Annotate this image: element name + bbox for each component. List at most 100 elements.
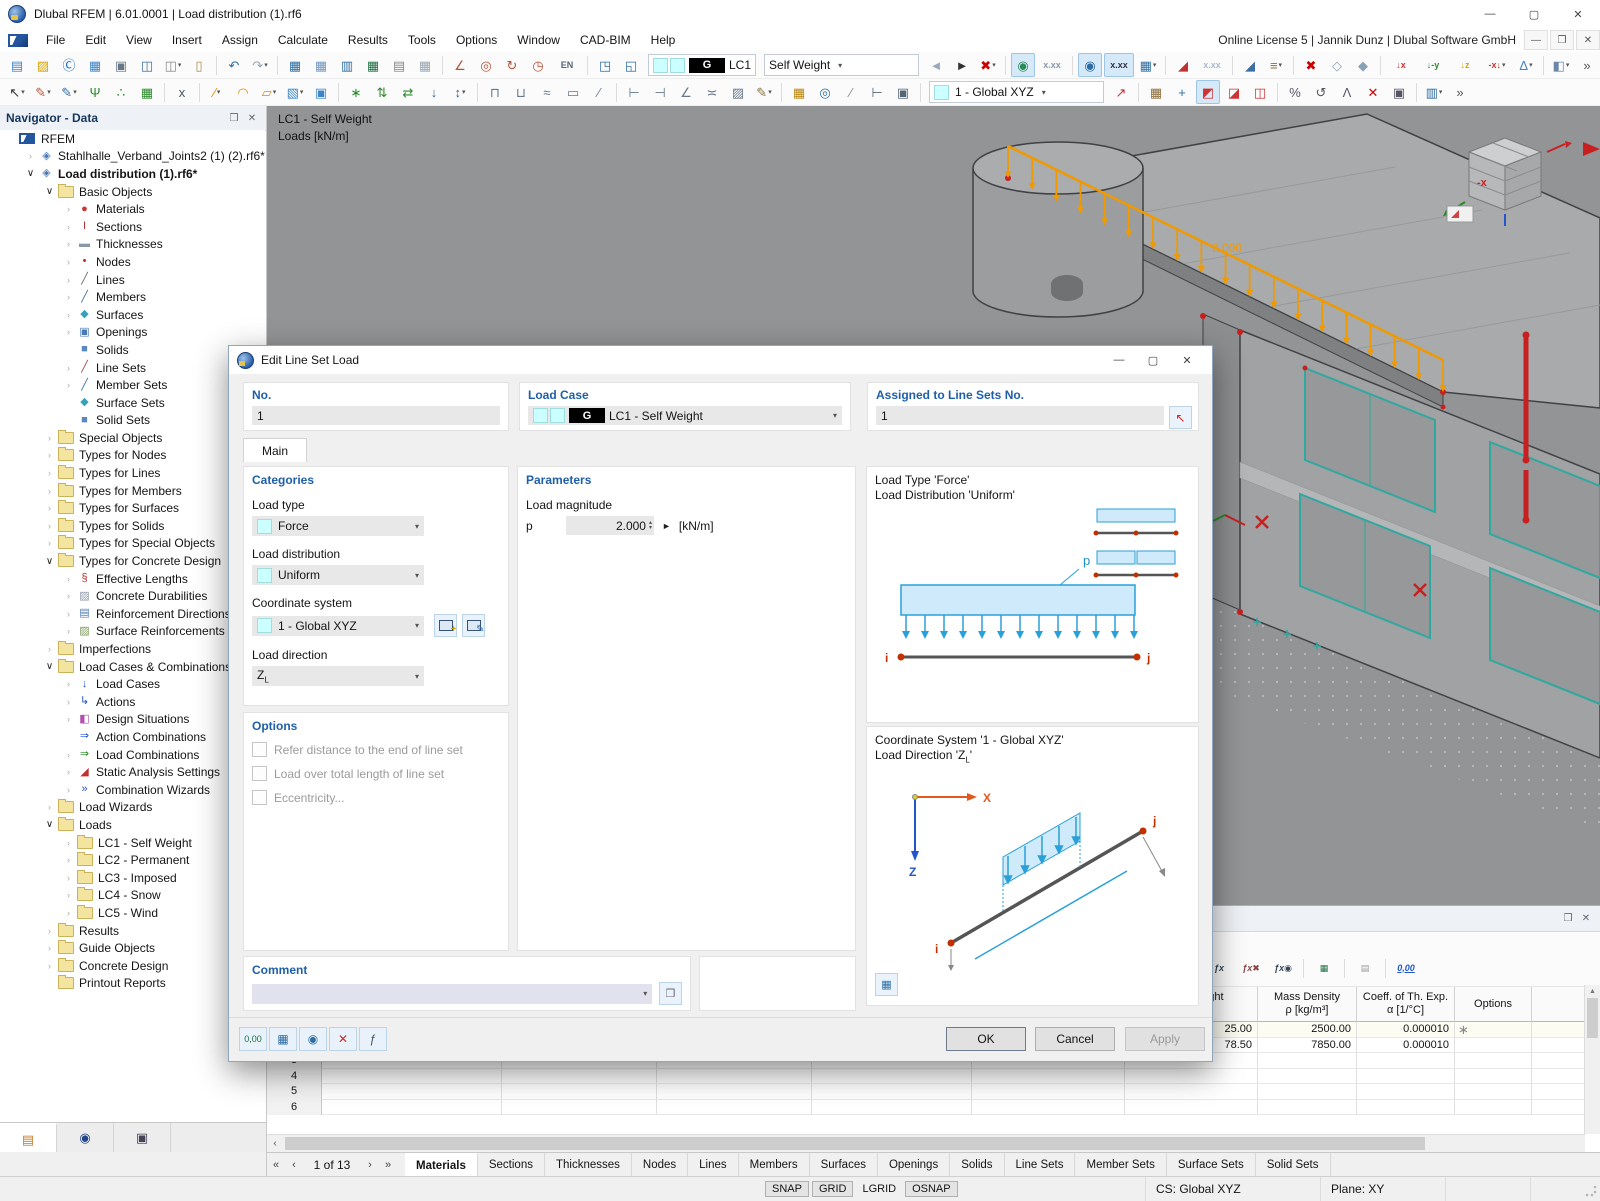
tree-item-members[interactable]: › ╱ Members	[0, 288, 265, 306]
cell[interactable]	[657, 1084, 812, 1100]
generate-nodes-icon[interactable]: ∴	[109, 80, 133, 104]
cell[interactable]	[1455, 1037, 1532, 1053]
view-cube-icon[interactable]: ◇	[1325, 53, 1349, 77]
measure-tool-icon[interactable]: ⊢	[865, 80, 889, 104]
expand-arrow-icon[interactable]: ›	[61, 767, 76, 777]
tree-item-types-for-members[interactable]: › Types for Members	[0, 482, 265, 500]
tree-item-lc1-self-weight[interactable]: › LC1 - Self Weight	[0, 834, 265, 852]
coordinate-system-combo[interactable]: 1 - Global XYZ ▾	[252, 615, 424, 636]
line-grid-icon[interactable]: ▦	[787, 80, 811, 104]
expand-arrow-icon[interactable]: ›	[61, 838, 76, 848]
tree-item-load-cases[interactable]: › ↓ Load Cases	[0, 675, 265, 693]
new-model-icon[interactable]: ▤	[5, 53, 29, 77]
status-toggle-grid[interactable]: GRID	[811, 1180, 854, 1197]
table-456-icon[interactable]: ▤	[387, 53, 411, 77]
view-x-icon[interactable]: ↓x	[1386, 53, 1416, 77]
expand-arrow-icon[interactable]: ∨	[42, 186, 57, 197]
hscroll-thumb[interactable]	[285, 1137, 1425, 1150]
column-header-coeff-of-th-exp[interactable]: Coeff. of Th. Exp. α [1/°C]	[1357, 987, 1455, 1022]
expand-arrow-icon[interactable]: ›	[61, 697, 76, 707]
tree-item-types-for-special-objects[interactable]: › Types for Special Objects	[0, 535, 265, 553]
expand-arrow-icon[interactable]: ►	[662, 521, 671, 531]
table-tab-members[interactable]: Members	[738, 1153, 810, 1176]
result-table-icon[interactable]: ▦ ▾	[1136, 53, 1160, 77]
tree-item-lc5-wind[interactable]: › LC5 - Wind	[0, 904, 265, 922]
cell[interactable]	[972, 1084, 1125, 1100]
table-tab-solid-sets[interactable]: Solid Sets	[1255, 1153, 1331, 1176]
view-minus-y-icon[interactable]: ↓-y	[1418, 53, 1448, 77]
apply-defaults-button[interactable]: ▦	[269, 1027, 297, 1051]
display-navigator-tab[interactable]: ◉	[57, 1123, 114, 1152]
table-tab-sections[interactable]: Sections	[477, 1153, 545, 1176]
expand-arrow-icon[interactable]: ›	[61, 591, 76, 601]
formula-show-icon[interactable]: ƒx◉	[1268, 956, 1298, 980]
menu-window[interactable]: Window	[507, 28, 570, 52]
tree-item-results[interactable]: › Results	[0, 922, 265, 940]
expand-arrow-icon[interactable]: ›	[23, 151, 38, 161]
search-cancel-icon[interactable]: ✖	[1299, 53, 1323, 77]
tree-item-openings[interactable]: › ▣ Openings	[0, 324, 265, 342]
expand-arrow-icon[interactable]: ›	[61, 609, 76, 619]
tree-item-types-for-lines[interactable]: › Types for Lines	[0, 464, 265, 482]
tree-item-special-objects[interactable]: › Special Objects	[0, 429, 265, 447]
cell[interactable]	[1258, 1068, 1357, 1084]
tree-item-loads[interactable]: ∨ Loads	[0, 816, 265, 834]
new-arc-icon[interactable]: ◠	[231, 80, 255, 104]
formula-button[interactable]: ƒ	[359, 1027, 387, 1051]
display-load-button[interactable]: ◉	[299, 1027, 327, 1051]
menu-view[interactable]: View	[116, 28, 162, 52]
cell[interactable]	[657, 1099, 812, 1115]
tree-item-guide-objects[interactable]: › Guide Objects	[0, 939, 265, 957]
ok-button[interactable]: OK	[946, 1027, 1026, 1051]
relative-coords-icon[interactable]: %	[1283, 80, 1307, 104]
cell[interactable]	[1125, 1068, 1258, 1084]
dialog-close-button[interactable]: ✕	[1170, 349, 1204, 371]
new-opening-icon[interactable]: ▣	[309, 80, 333, 104]
cell[interactable]	[972, 1099, 1125, 1115]
view-minus-x-icon[interactable]: -x↓ ▾	[1482, 53, 1512, 77]
cell[interactable]	[812, 1099, 972, 1115]
edit-coordinate-system-button[interactable]: ✎	[462, 614, 485, 637]
tree-item-surfaces[interactable]: › ◆ Surfaces	[0, 306, 265, 324]
tree-item-stahlhalle-verband-joints2-1-2-rf6[interactable]: › ◈ Stahlhalle_Verband_Joints2 (1) (2).rf6…	[0, 148, 265, 166]
delete-load-button[interactable]: ✕	[329, 1027, 357, 1051]
status-toggle-lgrid[interactable]: LGRID	[856, 1182, 902, 1196]
expand-arrow-icon[interactable]: ›	[42, 433, 57, 443]
column-header-mass-density[interactable]: Mass Density ρ [kg/m³]	[1258, 987, 1357, 1022]
tree-item-combination-wizards[interactable]: › » Combination Wizards	[0, 781, 265, 799]
table-hscrollbar[interactable]: ‹	[267, 1134, 1585, 1152]
table-tab-surface-sets[interactable]: Surface Sets	[1166, 1153, 1256, 1176]
cell[interactable]	[1357, 1053, 1455, 1069]
expand-arrow-icon[interactable]: ›	[61, 890, 76, 900]
menu-file[interactable]: File	[36, 28, 75, 52]
expand-arrow-icon[interactable]: ›	[61, 310, 76, 320]
dlubal-center-icon[interactable]: Ⓒ	[57, 53, 81, 77]
cell[interactable]	[1125, 1099, 1258, 1115]
new-surface-icon[interactable]: ▱ ▾	[257, 80, 281, 104]
cell[interactable]	[812, 1068, 972, 1084]
tree-item-action-combinations[interactable]: ⇒ Action Combinations	[0, 728, 265, 746]
member-release-icon[interactable]: ≈	[535, 80, 559, 104]
import-table-icon[interactable]: ▤	[1350, 956, 1380, 980]
tree-item-sections[interactable]: › I Sections	[0, 218, 265, 236]
menu-insert[interactable]: Insert	[162, 28, 212, 52]
tree-item-load-distribution-1-rf6[interactable]: ∨ ◈ Load distribution (1).rf6*	[0, 165, 265, 183]
expand-arrow-icon[interactable]: ›	[61, 292, 76, 302]
support-fixed-icon[interactable]: ⊓	[483, 80, 507, 104]
snap-pen-icon[interactable]: ✎ ▾	[31, 80, 55, 104]
child-close-button[interactable]: ✕	[1576, 30, 1600, 50]
cell[interactable]	[1532, 1037, 1585, 1053]
cell[interactable]	[1258, 1084, 1357, 1100]
load-values-icon[interactable]: x.xx	[1037, 53, 1067, 77]
dialog-maximize-button[interactable]: ▢	[1136, 349, 1170, 371]
surface-release-icon[interactable]: ▭	[561, 80, 585, 104]
section-cut-icon[interactable]: ∕	[587, 80, 611, 104]
tree-item-solid-sets[interactable]: ■ Solid Sets	[0, 412, 265, 430]
expand-arrow-icon[interactable]: ›	[42, 468, 57, 478]
cell[interactable]	[657, 1068, 812, 1084]
expand-arrow-icon[interactable]: ›	[61, 855, 76, 865]
menu-tools[interactable]: Tools	[398, 28, 446, 52]
checkbox-icon[interactable]	[252, 790, 267, 805]
expand-arrow-icon[interactable]: ›	[61, 626, 76, 636]
resize-grip[interactable]	[1584, 1184, 1598, 1198]
